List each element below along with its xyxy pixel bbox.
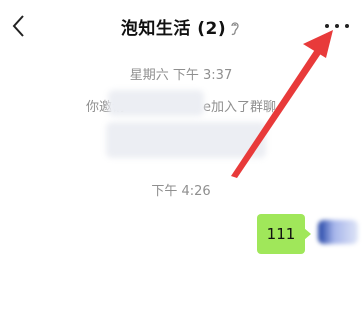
invite-notice-end: 加入了群聊	[211, 100, 277, 115]
more-dot	[345, 24, 349, 28]
ear-icon	[231, 22, 239, 36]
timestamp-1: 星期六 下午 3:37	[129, 68, 233, 83]
more-dot	[325, 24, 329, 28]
timestamp-2: 下午 4:26	[151, 184, 211, 199]
redacted-name-blur	[108, 90, 204, 116]
chat-header: 泡知生活 (2)	[0, 0, 362, 52]
more-dots-icon[interactable]	[319, 16, 355, 36]
my-message-bubble[interactable]: 111	[257, 214, 311, 254]
redacted-line-blur	[106, 122, 266, 158]
chat-title: 泡知生活 (2)	[120, 19, 227, 39]
invite-notice-mid: e	[203, 100, 211, 115]
chat-title-wrap: 泡知生活 (2)	[0, 14, 362, 39]
avatar[interactable]	[318, 220, 358, 244]
more-dot	[335, 24, 339, 28]
